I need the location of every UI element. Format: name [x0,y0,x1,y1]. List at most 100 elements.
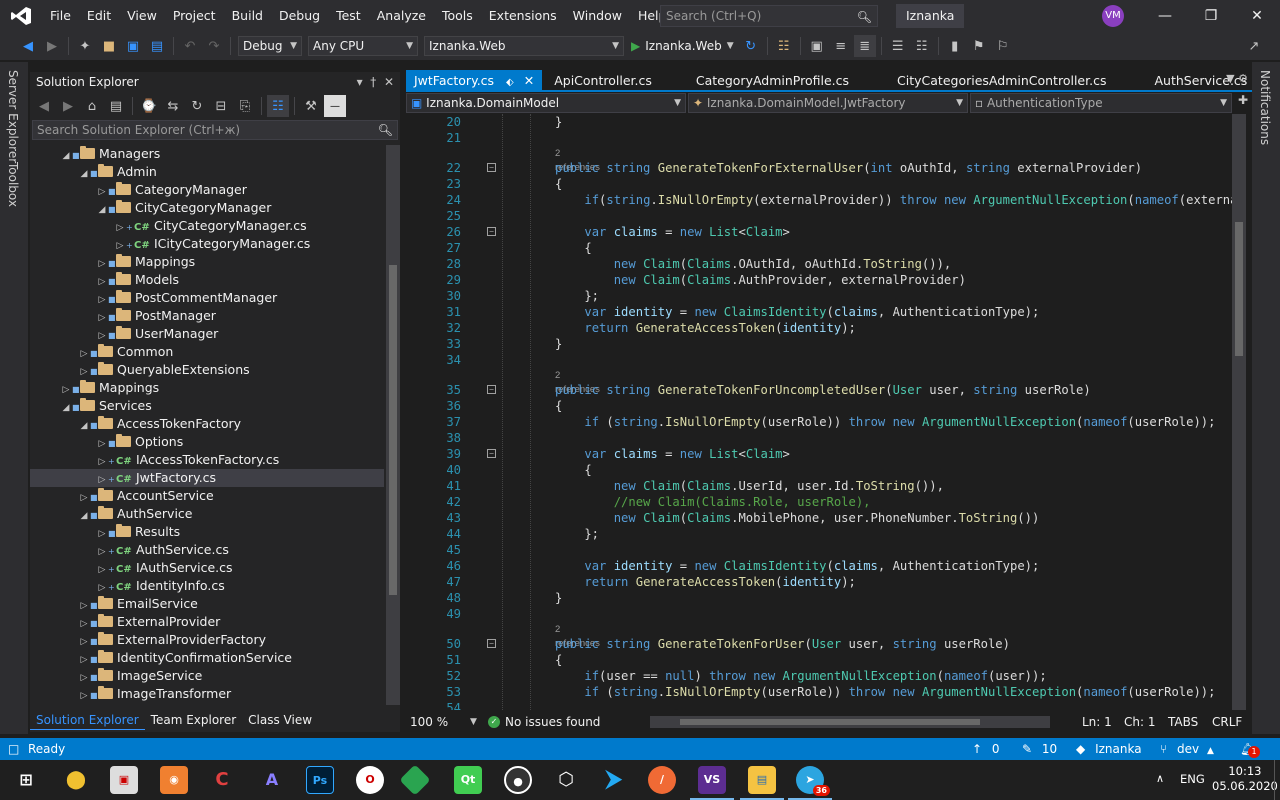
refresh-icon[interactable]: ↻ [740,35,762,57]
file-item[interactable]: ▷ +C# IAccessTokenFactory.cs [30,451,384,469]
split-window-icon[interactable]: ✚ [1238,93,1248,113]
properties-icon[interactable]: ⚒ [300,95,322,117]
folder-item[interactable]: ▷ ■ ExternalProvider [30,613,384,631]
maximize-icon[interactable]: ❐ [1188,0,1234,32]
qt-creator-icon[interactable]: Qt [454,766,482,794]
clock[interactable]: 10:13 05.06.2020 [1212,764,1278,794]
menu-window[interactable]: Window [565,0,630,32]
folder-item[interactable]: ▷ ■ Common [30,343,384,361]
menu-extensions[interactable]: Extensions [481,0,565,32]
member-select[interactable]: ▫ AuthenticationType ▼ [970,93,1232,113]
file-item[interactable]: ▷ +C# CityCategoryManager.cs [30,217,384,235]
home-icon[interactable]: ⌂ [81,95,103,117]
platform-select[interactable]: Any CPU ▼ [308,36,418,56]
line-number[interactable]: Ln: 1 [1082,712,1112,732]
folder-item[interactable]: ▷ ■ Mappings [30,379,384,397]
folder-item[interactable]: ▷ ■ ImageService [30,667,384,685]
indent-mode[interactable]: TABS [1168,712,1198,732]
file-item[interactable]: ▷ +C# IAuthService.cs [30,559,384,577]
sync-icon[interactable]: ⇆ [162,95,184,117]
toggle-outline-icon[interactable]: ≣ [853,35,876,57]
collapse-all-icon[interactable]: ⊟ [210,95,232,117]
line-ending[interactable]: CRLF [1212,712,1242,732]
folder-item[interactable]: ▷ ■ ExternalProviderFactory [30,631,384,649]
folder-item[interactable]: ▷ ■ PostCommentManager [30,289,384,307]
tab-class-view[interactable]: Class View [242,710,318,730]
back-icon[interactable]: ◀ [17,35,39,57]
collapse-region-icon[interactable]: − [487,639,496,648]
folder-item[interactable]: ◢ ■ CityCategoryManager [30,199,384,217]
tab-jwtfactory[interactable]: JwtFactory.cs ⬖ ✕ [406,70,543,90]
unpushed-commits[interactable]: ↑ 0 [972,738,1000,760]
pending-changes[interactable]: ✎ 10 [1022,738,1057,760]
folder-item[interactable]: ▷ ■ AccountService [30,487,384,505]
file-item[interactable]: ▷ +C# JwtFactory.cs [30,469,384,487]
telegram-icon[interactable]: ➤ 36 [788,766,832,800]
folder-item[interactable]: ◢ ■ Services [30,397,384,415]
file-item[interactable]: ▷ +C# ICityCategoryManager.cs [30,235,384,253]
camera-icon[interactable]: ▣ [806,35,828,57]
folder-item[interactable]: ◢ ■ Managers [30,145,384,163]
bookmark-icon[interactable]: ▮ [944,35,966,57]
unity-icon[interactable]: ⬡ [552,766,580,794]
expand-arrow-icon[interactable]: ▷ [78,687,90,705]
issues-indicator[interactable]: ✓ No issues found [488,715,600,729]
file-explorer-icon[interactable]: ▤ [740,766,784,800]
run-button[interactable]: ▶ Iznanka.Web ▼ [631,39,734,53]
minimize-icon[interactable]: — [1142,0,1188,32]
vscode-icon[interactable]: ⮞ [600,766,628,794]
folder-item[interactable]: ▷ ■ UserManager [30,325,384,343]
chrome-canary-icon[interactable]: C [208,766,236,794]
menu-debug[interactable]: Debug [271,0,328,32]
save-all-icon[interactable]: ▤ [146,35,168,57]
prev-bookmark-icon[interactable]: ⚑ [968,35,990,57]
forward-icon[interactable]: ▶ [57,95,79,117]
editor-vertical-scrollbar[interactable] [1232,114,1246,710]
menu-build[interactable]: Build [224,0,271,32]
notifications-tab[interactable]: Notifications [1258,70,1272,145]
forward-icon[interactable]: ▶ [41,35,63,57]
folder-item[interactable]: ▷ ■ Models [30,271,384,289]
collapse-region-icon[interactable]: − [487,227,496,236]
refresh-icon[interactable]: ↻ [186,95,208,117]
preview-selected-icon[interactable]: ☷ [267,95,289,117]
project-select[interactable]: ▣ Iznanka.DomainModel ▼ [406,93,686,113]
show-desktop-button[interactable] [1274,760,1280,800]
github-desktop-icon[interactable]: ● [504,766,532,794]
keepass-icon[interactable]: ⬤ [62,766,90,794]
menu-tools[interactable]: Tools [434,0,481,32]
menu-file[interactable]: File [42,0,79,32]
folder-item[interactable]: ◢ ■ AccessTokenFactory [30,415,384,433]
folder-item[interactable]: ▷ ■ EmailService [30,595,384,613]
opera-icon[interactable]: O [356,766,384,794]
folder-item[interactable]: ▷ ■ QueryableExtensions [30,361,384,379]
visual-studio-logo-icon[interactable] [0,0,42,32]
postman-icon[interactable]: ◉ [160,766,188,794]
postgres-admin-icon[interactable]: A [258,766,286,794]
menu-analyze[interactable]: Analyze [369,0,434,32]
server-explorer-tab[interactable]: Server Explorer [6,70,20,163]
file-item[interactable]: ▷ +C# IdentityInfo.cs [30,577,384,595]
open-folder-icon[interactable]: ■ [98,35,120,57]
solution-explorer-search-input[interactable]: Search Solution Explorer (Ctrl+ж) 🔍︎ [32,120,398,140]
scrollbar-thumb[interactable] [680,719,980,725]
folder-item[interactable]: ▷ ■ Results [30,523,384,541]
git-extensions-icon[interactable]: ∕ [648,766,676,794]
close-icon[interactable]: ✕ [1234,0,1280,32]
show-all-files-icon[interactable]: ⎘ [234,95,256,117]
menu-edit[interactable]: Edit [79,0,119,32]
comment-icon[interactable]: ☰ [887,35,909,57]
live-share-icon[interactable]: ↗ [1243,35,1265,57]
repository-selector[interactable]: ◆ Iznanka [1076,738,1142,760]
pending-changes-filter-icon[interactable]: ⌚ [138,95,160,117]
menu-view[interactable]: View [119,0,165,32]
folder-item[interactable]: ▷ ■ IdentityConfirmationService [30,649,384,667]
folder-item[interactable]: ▷ ■ CategoryManager [30,181,384,199]
back-icon[interactable]: ◀ [33,95,55,117]
save-icon[interactable]: ▣ [122,35,144,57]
toolbox-tab[interactable]: Toolbox [6,162,20,207]
pin-icon[interactable]: † [370,75,376,89]
folder-item[interactable]: ▷ ■ ImageTransformer [30,685,384,703]
photoshop-icon[interactable]: Ps [306,766,334,794]
folder-item[interactable]: ▷ ■ Options [30,433,384,451]
